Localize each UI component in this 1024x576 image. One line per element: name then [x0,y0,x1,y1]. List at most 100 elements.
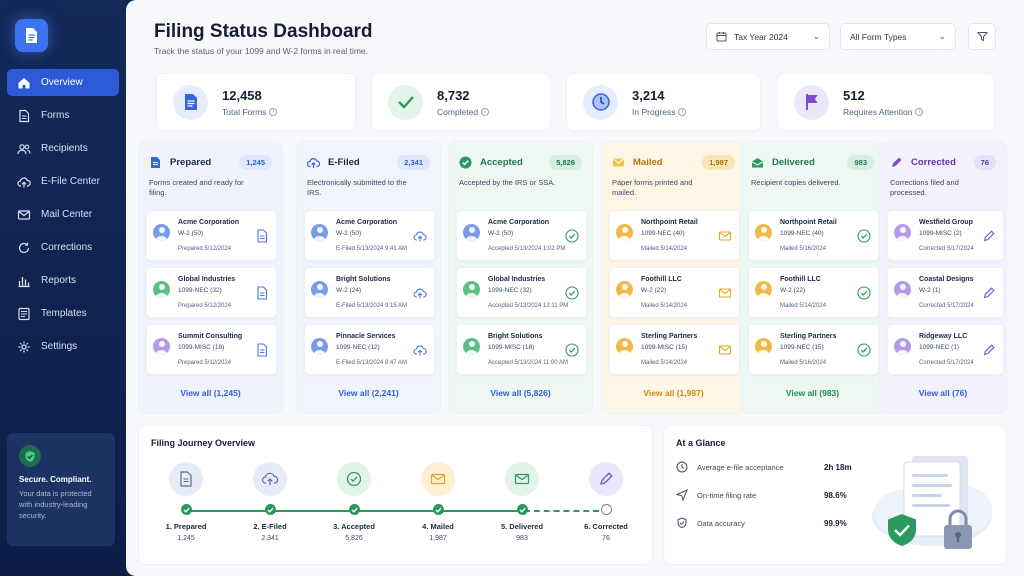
sidebar: Overview Forms Recipients E-File Center … [0,0,126,576]
sidebar-item-settings[interactable]: Settings [7,333,119,360]
status-date: Prepared 5/12/2024 [178,303,232,309]
list-item[interactable]: Coastal Designs W-2 (1) Corrected 5/17/2… [887,267,1004,318]
check-circle-icon[interactable] [565,286,579,300]
column-header: E-Filed 2,341 [307,155,430,170]
form-count: 1099-NEC (40) [780,230,824,237]
avatar [894,338,911,355]
sidebar-item-mail-center[interactable]: Mail Center [7,201,119,228]
mail-icon[interactable] [718,286,732,300]
check-circle-icon[interactable] [565,229,579,243]
list-item[interactable]: Sterling Partners 1099-MISC (15) Mailed … [609,324,740,375]
sidebar-item-reports[interactable]: Reports [7,267,119,294]
check-circle-icon[interactable] [565,343,579,357]
column-title: Accepted [480,157,523,168]
list-item[interactable]: Westfield Group 1099-MISC (2) Corrected … [887,210,1004,261]
status-date: E-Filed 5/13/2024 9:41 AM [336,246,408,252]
summary-value: 8,732 [437,87,470,103]
view-all-link[interactable]: View all (2,241) [297,388,440,398]
summary-value: 512 [843,87,865,103]
list-item[interactable]: Sterling Partners 1099-NEC (15) Mailed 5… [748,324,879,375]
status-date: E-Filed 5/13/2024 8:47 AM [336,360,408,366]
check-circle-icon[interactable] [857,229,871,243]
step-count: 2,341 [261,535,279,542]
tax-year-select[interactable]: Tax Year 2024 ⌄ [706,23,830,50]
step-label: 6. Corrected [584,522,628,531]
glance-label: Data accuracy [697,518,745,528]
avatar [153,338,170,355]
check-circle-icon [459,156,472,169]
sidebar-item-forms[interactable]: Forms [7,102,119,129]
sidebar-item-templates[interactable]: Templates [7,300,119,327]
form-count: W-2 (50) [488,230,514,237]
list-item[interactable]: Global Industries 1099-NEC (32) Accepted… [456,267,587,318]
sidebar-item-overview[interactable]: Overview [7,69,119,96]
cloud-upload-icon [253,462,287,496]
view-all-link[interactable]: View all (1,987) [602,388,745,398]
status-column-corrected: Corrected 76 Corrections filed and proce… [879,141,1007,414]
list-item[interactable]: Ridgeway LLC 1099-NEC (1) Corrected 5/17… [887,324,1004,375]
template-icon [18,307,30,320]
avatar [311,224,328,241]
step-count: 76 [602,535,610,542]
summary-card-completed: 8,732 Completed i [371,73,551,131]
pencil-icon[interactable] [982,286,996,300]
pencil-icon[interactable] [982,343,996,357]
info-icon[interactable]: i [269,108,278,117]
list-item[interactable]: Foothill LLC W-2 (22) Mailed 5/14/2024 [609,267,740,318]
list-item[interactable]: Bright Solutions 1099-MISC (18) Accepted… [456,324,587,375]
list-item[interactable]: Northpoint Retail 1099-NEC (40) Mailed 5… [609,210,740,261]
column-description: Forms created and ready for filing. [149,178,244,197]
check-circle-icon[interactable] [857,343,871,357]
status-date: Mailed 5/16/2024 [780,360,827,366]
glance-row-accuracy: Data accuracy [676,517,826,529]
column-header: Prepared 1,245 [149,155,272,170]
info-icon[interactable]: i [678,108,687,117]
view-all-link[interactable]: View all (5,826) [449,388,592,398]
status-date: Corrected 5/17/2024 [919,303,974,309]
list-item[interactable]: Acme Corporation W-2 (50) Prepared 5/12/… [146,210,277,261]
cloud-upload-icon[interactable] [413,286,427,300]
list-item[interactable]: Northpoint Retail 1099-NEC (40) Mailed 5… [748,210,879,261]
mail-icon[interactable] [718,229,732,243]
check-icon [264,504,276,515]
list-item[interactable]: Foothill LLC W-2 (22) Mailed 5/14/2024 [748,267,879,318]
list-item[interactable]: Acme Corporation W-2 (50) E-Filed 5/13/2… [304,210,435,261]
cloud-upload-icon[interactable] [413,229,427,243]
document-icon[interactable] [255,343,269,357]
avatar [463,281,480,298]
list-item[interactable]: Global Industries 1099-NEC (32) Prepared… [146,267,277,318]
document-icon[interactable] [255,229,269,243]
list-item[interactable]: Bright Solutions W-2 (24) E-Filed 5/13/2… [304,267,435,318]
sidebar-item-corrections[interactable]: Corrections [7,234,119,261]
view-all-link[interactable]: View all (76) [880,388,1006,398]
home-icon [18,77,30,88]
list-item[interactable]: Summit Consulting 1099-MISC (18) Prepare… [146,324,277,375]
filter-button[interactable] [968,23,996,50]
list-item[interactable]: Acme Corporation W-2 (50) Accepted 5/13/… [456,210,587,261]
sidebar-item-e-file-center[interactable]: E-File Center [7,168,119,195]
app-logo[interactable] [15,19,48,52]
summary-value: 12,458 [222,87,262,103]
pencil-icon[interactable] [982,229,996,243]
form-types-select[interactable]: All Form Types ⌄ [840,23,956,50]
summary-card-attention: 512 Requires Attention i [777,73,995,131]
cloud-upload-icon[interactable] [413,343,427,357]
document-icon[interactable] [255,286,269,300]
mail-icon[interactable] [718,343,732,357]
status-date: Accepted 5/13/2024 12:11 PM [488,303,569,309]
info-icon[interactable]: i [481,108,490,117]
shield-icon [677,517,687,529]
company-name: Westfield Group [919,219,973,226]
status-date: Corrected 5/17/2024 [919,246,974,252]
view-all-link[interactable]: View all (983) [741,388,884,398]
check-circle-icon[interactable] [857,286,871,300]
pencil-icon [589,462,623,496]
view-all-link[interactable]: View all (1,245) [139,388,282,398]
sidebar-item-recipients[interactable]: Recipients [7,135,119,162]
count-badge: 1,987 [702,155,735,170]
info-icon[interactable]: i [915,108,924,117]
list-item[interactable]: Pinnacle Services 1099-NEC (12) E-Filed … [304,324,435,375]
mail-open-icon [752,158,763,168]
status-date: Mailed 5/14/2024 [641,246,688,252]
count-badge: 1,245 [239,155,272,170]
